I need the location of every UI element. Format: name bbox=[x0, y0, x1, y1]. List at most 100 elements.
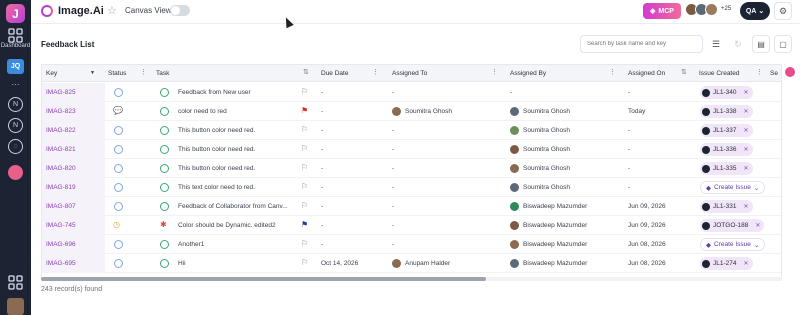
table-row[interactable]: IMAG-807 Feedback of Collaborator from Ca… bbox=[42, 197, 781, 216]
col-assigned-to[interactable]: Assigned To bbox=[392, 70, 427, 77]
grid-icon[interactable] bbox=[8, 275, 23, 290]
unlink-icon[interactable]: ✕ bbox=[744, 89, 749, 96]
open-status-icon[interactable] bbox=[114, 88, 123, 97]
table-row[interactable]: IMAG-745 ◷ ✱ Color should be Dynamic. edite… bbox=[42, 216, 781, 235]
row-key[interactable]: IMAG-745 bbox=[46, 222, 76, 229]
user-avatar[interactable] bbox=[7, 298, 24, 315]
col-issue-created[interactable]: Issue Created bbox=[699, 70, 739, 77]
row-key[interactable]: IMAG-821 bbox=[46, 146, 76, 153]
issue-badge[interactable]: JL1-335 ✕ bbox=[700, 162, 753, 175]
row-key[interactable]: IMAG-819 bbox=[46, 184, 76, 191]
project-badge[interactable]: JQ bbox=[7, 59, 24, 74]
row-key[interactable]: IMAG-823 bbox=[46, 108, 76, 115]
col-task[interactable]: Task bbox=[156, 70, 169, 77]
column-menu-icon[interactable]: ⋮ bbox=[140, 68, 147, 76]
sort-down-icon[interactable]: ▼ bbox=[90, 70, 95, 76]
table-row[interactable]: IMAG-825 Feedback from New user ⚐ - - - - JL1-3… bbox=[42, 83, 781, 102]
priority-flag-icon[interactable]: ⚐ bbox=[301, 182, 308, 191]
row-task[interactable]: This button color need red. bbox=[178, 127, 255, 134]
issue-badge[interactable]: JOTGO-188 ✕ bbox=[700, 219, 765, 232]
row-key[interactable]: IMAG-807 bbox=[46, 203, 76, 210]
priority-flag-icon[interactable]: ⚐ bbox=[301, 239, 308, 248]
row-key[interactable]: IMAG-820 bbox=[46, 165, 76, 172]
row-key[interactable]: IMAG-696 bbox=[46, 241, 76, 248]
row-task[interactable]: Color should be Dynamic. edited2 bbox=[178, 222, 276, 229]
sort-icon[interactable]: ⇅ bbox=[681, 68, 687, 76]
col-se[interactable]: Se bbox=[770, 70, 778, 77]
priority-flag-icon[interactable]: ⚐ bbox=[301, 201, 308, 210]
unlink-icon[interactable]: ✕ bbox=[744, 108, 749, 115]
table-row[interactable]: IMAG-696 Another1 ⚐ - - Biswadeep Mazumder Jun… bbox=[42, 235, 781, 254]
col-assigned-by[interactable]: Assigned By bbox=[510, 70, 546, 77]
canvas-view-toggle[interactable] bbox=[170, 5, 190, 16]
row-key[interactable]: IMAG-695 bbox=[46, 260, 76, 267]
row-task[interactable]: color need to red bbox=[178, 108, 227, 115]
mcp-button[interactable]: ◈ MCP bbox=[643, 3, 681, 19]
table-row[interactable]: IMAG-819 This text color need to red. ⚐ - - S… bbox=[42, 178, 781, 197]
columns-button[interactable]: ▤ bbox=[752, 35, 770, 53]
dashboard-icon[interactable] bbox=[8, 28, 23, 43]
open-status-icon[interactable] bbox=[114, 183, 123, 192]
unlink-icon[interactable]: ✕ bbox=[744, 260, 749, 267]
table-row[interactable]: IMAG-822 This button color need red. ⚐ - - So… bbox=[42, 121, 781, 140]
issue-badge[interactable]: JL1-337 ✕ bbox=[700, 124, 753, 137]
column-menu-icon[interactable]: ⋮ bbox=[491, 68, 498, 76]
priority-flag-icon[interactable]: ⚑ bbox=[301, 220, 308, 229]
scroll-thumb[interactable] bbox=[41, 277, 486, 281]
row-task[interactable]: This button color need red. bbox=[178, 165, 255, 172]
priority-flag-icon[interactable]: ⚐ bbox=[301, 144, 308, 153]
table-row[interactable]: IMAG-821 This button color need red. ⚐ - - So… bbox=[42, 140, 781, 159]
member-avatar[interactable] bbox=[705, 3, 718, 16]
row-task[interactable]: This text color need to red. bbox=[178, 184, 255, 191]
chat-icon[interactable]: ◌ bbox=[8, 139, 23, 154]
user-menu-button[interactable]: QA ⌄ bbox=[740, 2, 770, 20]
unlink-icon[interactable]: ✕ bbox=[744, 146, 749, 153]
create-issue-button[interactable]: ◆ Create Issue ⌄ bbox=[700, 238, 766, 251]
unlink-icon[interactable]: ✕ bbox=[755, 222, 760, 229]
search-input[interactable] bbox=[580, 35, 703, 53]
col-status[interactable]: Status bbox=[108, 70, 126, 77]
clock-status-icon[interactable]: ◷ bbox=[113, 220, 120, 229]
export-button[interactable]: ▢ bbox=[774, 35, 792, 53]
open-status-icon[interactable] bbox=[114, 145, 123, 154]
sort-icon[interactable]: ⇅ bbox=[303, 68, 309, 76]
table-row[interactable]: IMAG-823 💬 color need to red ⚑ - Soumitra Gho… bbox=[42, 102, 781, 121]
priority-flag-icon[interactable]: ⚐ bbox=[301, 87, 308, 96]
star-icon[interactable]: ☆ bbox=[107, 4, 117, 17]
column-menu-icon[interactable]: ⋮ bbox=[372, 68, 379, 76]
row-task[interactable]: Hii bbox=[178, 260, 186, 267]
issue-badge[interactable]: JL1-340 ✕ bbox=[700, 86, 753, 99]
unlink-icon[interactable]: ✕ bbox=[744, 127, 749, 134]
table-row[interactable]: IMAG-695 Hii ⚐ Oct 14, 2026 Anupam Halder Bis… bbox=[42, 254, 781, 273]
row-task[interactable]: This button color need red. bbox=[178, 146, 255, 153]
filter-icon[interactable]: ☰ bbox=[709, 37, 723, 51]
priority-flag-icon[interactable]: ⚑ bbox=[301, 106, 308, 115]
settings-gear-icon[interactable]: ⚙ bbox=[774, 2, 792, 20]
open-status-icon[interactable] bbox=[114, 202, 123, 211]
issue-badge[interactable]: JL1-336 ✕ bbox=[700, 143, 753, 156]
col-due-date[interactable]: Due Date bbox=[321, 70, 348, 77]
horizontal-scrollbar[interactable] bbox=[41, 277, 782, 281]
column-menu-icon[interactable]: ⋮ bbox=[609, 68, 616, 76]
row-task[interactable]: Feedback from New user bbox=[178, 89, 251, 96]
table-row[interactable]: IMAG-820 This button color need red. ⚐ - - So… bbox=[42, 159, 781, 178]
priority-flag-icon[interactable]: ⚐ bbox=[301, 125, 308, 134]
issue-badge[interactable]: JL1-274 ✕ bbox=[700, 257, 753, 270]
unlink-icon[interactable]: ✕ bbox=[744, 165, 749, 172]
row-key[interactable]: IMAG-825 bbox=[46, 89, 76, 96]
members-more-count[interactable]: +25 bbox=[721, 6, 731, 12]
issue-badge[interactable]: JL1-331 ✕ bbox=[700, 200, 753, 213]
refresh-icon[interactable]: ↻ bbox=[731, 37, 745, 51]
unlink-icon[interactable]: ✕ bbox=[744, 203, 749, 210]
row-key[interactable]: IMAG-822 bbox=[46, 127, 76, 134]
row-task[interactable]: Feedback of Collaborator from Canv... bbox=[178, 203, 288, 210]
priority-flag-icon[interactable]: ⚐ bbox=[301, 163, 308, 172]
open-status-icon[interactable] bbox=[114, 164, 123, 173]
col-assigned-on[interactable]: Assigned On bbox=[628, 70, 665, 77]
n-icon[interactable]: N bbox=[8, 97, 23, 112]
issue-badge[interactable]: JL1-338 ✕ bbox=[700, 105, 753, 118]
priority-flag-icon[interactable]: ⚐ bbox=[301, 258, 308, 267]
crown-icon[interactable] bbox=[785, 67, 795, 77]
column-menu-icon[interactable]: ⋮ bbox=[756, 68, 763, 76]
row-task[interactable]: Another1 bbox=[178, 241, 204, 248]
